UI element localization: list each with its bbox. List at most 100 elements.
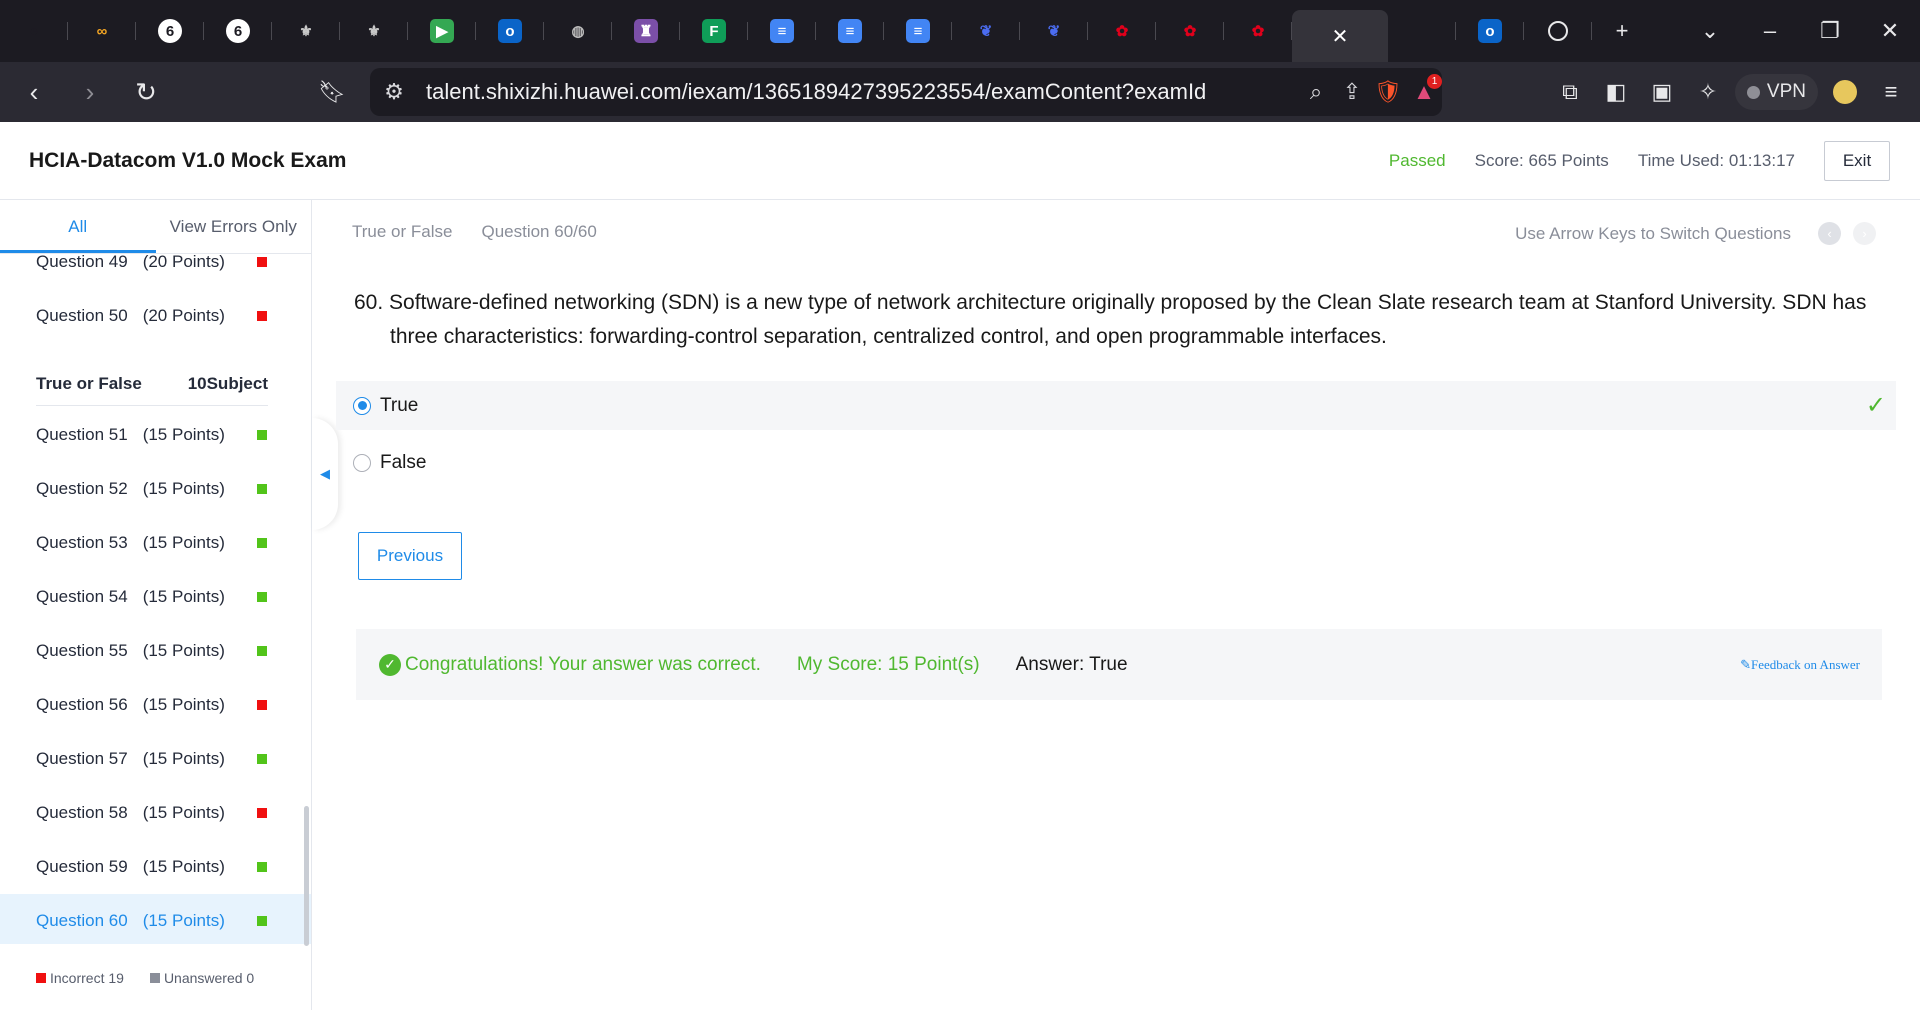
tab-all[interactable]: All: [0, 200, 156, 253]
next-question-icon[interactable]: ›: [1853, 222, 1876, 245]
correct-check-icon: ✓: [1865, 392, 1886, 419]
browser-tab[interactable]: ◍: [544, 0, 612, 62]
restore-button[interactable]: ❐: [1800, 0, 1860, 62]
huawei-icon: ✿: [1115, 23, 1129, 40]
pass-status: Passed: [1388, 151, 1446, 170]
six-icon: 6: [226, 19, 250, 43]
minimize-button[interactable]: –: [1740, 0, 1800, 62]
menu-icon[interactable]: ≡: [1872, 73, 1910, 111]
question-label: Question 58: [36, 803, 128, 822]
tab-search-chevron-icon[interactable]: ⌄: [1680, 0, 1740, 62]
question-list-item[interactable]: Question 56 (15 Points): [0, 678, 311, 732]
question-list-item[interactable]: Question 50 (20 Points): [0, 289, 311, 343]
meet-icon: ▶: [430, 19, 454, 43]
sidebar-scrollbar[interactable]: [304, 806, 309, 946]
browser-tab[interactable]: ♜: [612, 0, 680, 62]
question-list-item[interactable]: Question 58 (15 Points): [0, 786, 311, 840]
page-title: HCIA-Datacom V1.0 Mock Exam: [29, 148, 347, 172]
sidebar-icon[interactable]: ◧: [1597, 73, 1635, 111]
bookmark-icon[interactable]: 🔖︎: [310, 70, 354, 114]
tab-gauge-2[interactable]: [1524, 0, 1592, 62]
option-label: False: [380, 451, 427, 473]
browser-tab[interactable]: ≡: [884, 0, 952, 62]
close-window-button[interactable]: ✕: [1860, 0, 1920, 62]
tab-outlook-2[interactable]: o: [1456, 0, 1524, 62]
question-list-item[interactable]: Question 49 (20 Points): [0, 254, 311, 289]
browser-tab[interactable]: ⚜: [340, 0, 408, 62]
question-list: Question 49 (20 Points) Question 50 (20 Poi…: [0, 254, 311, 944]
question-points: (15 Points): [142, 533, 225, 552]
previous-button[interactable]: Previous: [358, 532, 462, 580]
browser-tab[interactable]: ❦: [1020, 0, 1088, 62]
six-icon: 6: [158, 19, 182, 43]
question-list-item[interactable]: Question 51 (15 Points): [0, 408, 311, 462]
zoom-icon[interactable]: ⌕: [1298, 74, 1334, 110]
question-label: Question 59: [36, 857, 128, 876]
new-tab-button[interactable]: +: [1592, 0, 1652, 62]
profile-icon[interactable]: [1826, 73, 1864, 111]
browser-tab[interactable]: ∞: [68, 0, 136, 62]
radio-empty-icon[interactable]: [353, 453, 371, 472]
option-false[interactable]: False: [336, 438, 1896, 487]
exit-button[interactable]: Exit: [1824, 141, 1890, 181]
brave-shields-icon[interactable]: 🛡︎: [1370, 74, 1406, 110]
question-list-item[interactable]: Question 54 (15 Points): [0, 570, 311, 624]
feedback-link[interactable]: ✎Feedback on Answer: [1740, 657, 1860, 673]
extensions-icon[interactable]: ⧉: [1551, 73, 1589, 111]
browser-tab[interactable]: 6: [136, 0, 204, 62]
question-list-item[interactable]: Question 57 (15 Points): [0, 732, 311, 786]
url-text[interactable]: talent.shixizhi.huawei.com/iexam/1365189…: [426, 79, 1206, 105]
browser-tab[interactable]: ◔: [0, 0, 68, 62]
browser-tab[interactable]: ≡: [748, 0, 816, 62]
question-list-item[interactable]: Question 60 (15 Points): [0, 894, 311, 944]
browser-tab[interactable]: ❦: [952, 0, 1020, 62]
browser-tab[interactable]: ✿: [1156, 0, 1224, 62]
active-tab[interactable]: ✕: [1292, 10, 1388, 62]
prev-question-icon[interactable]: ‹: [1818, 222, 1841, 245]
radio-selected-icon[interactable]: [353, 396, 371, 415]
browser-tab[interactable]: F: [680, 0, 748, 62]
reload-icon[interactable]: ↻: [124, 70, 168, 114]
browser-tab[interactable]: o: [476, 0, 544, 62]
leo-ai-icon[interactable]: ✧: [1689, 73, 1727, 111]
browser-tab-strip: ◔ ∞ 6 6 ⚜ ⚜ ▶ o ◍ ♜ F ≡ ≡ ≡ ❦ ❦ ✿ ✿ ✿ ✕ o + ⌄ – ❐ ✕: [0, 0, 1920, 62]
globe-icon: ◍: [571, 23, 585, 40]
question-label: Question 60: [36, 911, 128, 930]
option-true[interactable]: True ✓: [336, 381, 1896, 430]
browser-toolbar: ‹ › ↻ 🔖︎ ⚙ talent.shixizhi.huawei.com/ie…: [0, 62, 1920, 122]
question-list-item[interactable]: Question 52 (15 Points): [0, 462, 311, 516]
question-points: (15 Points): [142, 425, 225, 444]
close-tab-icon[interactable]: ✕: [1332, 24, 1349, 49]
question-list-item[interactable]: Question 59 (15 Points): [0, 840, 311, 894]
tab-view-errors-only[interactable]: View Errors Only: [156, 200, 312, 253]
tab-microsoft[interactable]: [1388, 0, 1456, 62]
address-bar[interactable]: ⚙ talent.shixizhi.huawei.com/iexam/13651…: [370, 68, 1442, 116]
browser-tab[interactable]: ⚜: [272, 0, 340, 62]
question-list-item[interactable]: Question 53 (15 Points): [0, 516, 311, 570]
browser-tab[interactable]: ✿: [1088, 0, 1156, 62]
forward-icon[interactable]: ›: [68, 70, 112, 114]
question-points: (15 Points): [142, 749, 225, 768]
site-settings-icon[interactable]: ⚙: [376, 74, 412, 110]
browser-tab[interactable]: ✿: [1224, 0, 1292, 62]
forms-icon: F: [702, 19, 726, 43]
browser-tab[interactable]: ▶: [408, 0, 476, 62]
unanswered-swatch-icon: [149, 973, 160, 983]
question-points: (15 Points): [142, 479, 225, 498]
back-icon[interactable]: ‹: [12, 70, 56, 114]
incorrect-status-icon: [257, 700, 267, 710]
share-icon[interactable]: ⇪: [1334, 74, 1370, 110]
wallet-icon[interactable]: ▣: [1643, 73, 1681, 111]
question-list-item[interactable]: Question 55 (15 Points): [0, 624, 311, 678]
question-points: (15 Points): [142, 911, 225, 930]
correct-status-icon: [257, 592, 267, 602]
crest-icon: ⚜: [299, 23, 313, 40]
question-label: Question 53: [36, 533, 128, 552]
question-progress: Question 60/60: [481, 222, 597, 241]
gauge-icon: ◔: [29, 22, 39, 40]
browser-tab[interactable]: 6: [204, 0, 272, 62]
vpn-button[interactable]: VPN: [1734, 74, 1818, 110]
browser-tab[interactable]: ≡: [816, 0, 884, 62]
question-points: (15 Points): [142, 641, 225, 660]
brave-rewards-icon[interactable]: ▲ 1: [1406, 74, 1442, 110]
